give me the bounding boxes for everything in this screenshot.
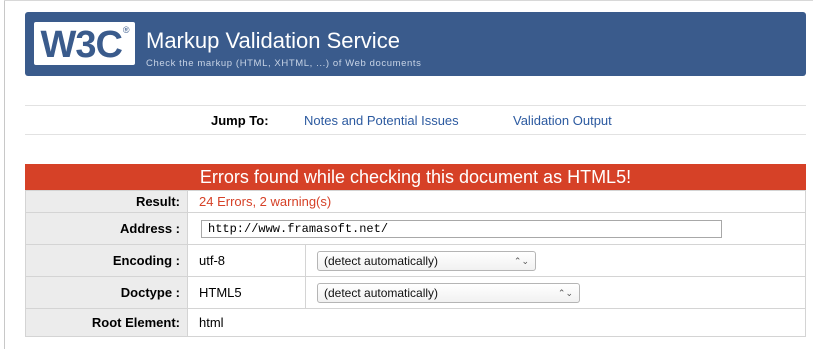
doctype-select[interactable]: (detect automatically) ⌃⌄ bbox=[317, 282, 580, 303]
divider-top bbox=[25, 105, 806, 106]
doctype-select-value: (detect automatically) bbox=[324, 285, 439, 300]
header-banner: W3C ® Markup Validation Service Check the… bbox=[25, 12, 806, 76]
error-banner: Errors found while checking this documen… bbox=[25, 164, 806, 190]
address-label: Address : bbox=[25, 212, 188, 245]
encoding-select[interactable]: (detect automatically) ⌃⌄ bbox=[317, 250, 536, 271]
encoding-select-cell: (detect automatically) ⌃⌄ bbox=[305, 244, 806, 277]
jump-link-notes[interactable]: Notes and Potential Issues bbox=[304, 113, 459, 128]
w3c-logo[interactable]: W3C ® bbox=[34, 22, 135, 65]
logo-text: W3C bbox=[40, 23, 122, 66]
page-title: Markup Validation Service bbox=[146, 28, 400, 53]
doctype-value: HTML5 bbox=[187, 276, 306, 309]
root-element-label: Root Element: bbox=[25, 308, 188, 337]
doctype-select-cell: (detect automatically) ⌃⌄ bbox=[305, 276, 806, 309]
encoding-value: utf-8 bbox=[187, 244, 306, 277]
result-value: 24 Errors, 2 warning(s) bbox=[187, 190, 806, 213]
page-subtitle: Check the markup (HTML, XHTML, ...) of W… bbox=[146, 58, 422, 69]
divider-bottom bbox=[25, 134, 806, 135]
jump-link-validation-output[interactable]: Validation Output bbox=[513, 113, 612, 128]
logo-registered-mark: ® bbox=[122, 24, 130, 35]
address-cell bbox=[187, 212, 806, 245]
doctype-label: Doctype : bbox=[25, 276, 188, 309]
encoding-select-value: (detect automatically) bbox=[324, 253, 439, 268]
root-element-row: Root Element: html bbox=[25, 308, 806, 337]
window-left-border bbox=[4, 0, 5, 349]
result-row: Result: 24 Errors, 2 warning(s) bbox=[25, 190, 806, 213]
result-label: Result: bbox=[25, 190, 188, 213]
select-arrows-icon: ⌃⌄ bbox=[557, 287, 573, 298]
doctype-row: Doctype : HTML5 (detect automatically) ⌃… bbox=[25, 276, 806, 309]
encoding-label: Encoding : bbox=[25, 244, 188, 277]
encoding-row: Encoding : utf-8 (detect automatically) … bbox=[25, 244, 806, 277]
root-element-value: html bbox=[187, 308, 806, 337]
jump-to-label: Jump To: bbox=[211, 113, 269, 128]
address-row: Address : bbox=[25, 212, 806, 245]
select-arrows-icon: ⌃⌄ bbox=[513, 255, 529, 266]
address-input[interactable] bbox=[201, 219, 722, 238]
results-table: Result: 24 Errors, 2 warning(s) Address … bbox=[25, 190, 806, 337]
window-top-border bbox=[4, 0, 813, 1]
